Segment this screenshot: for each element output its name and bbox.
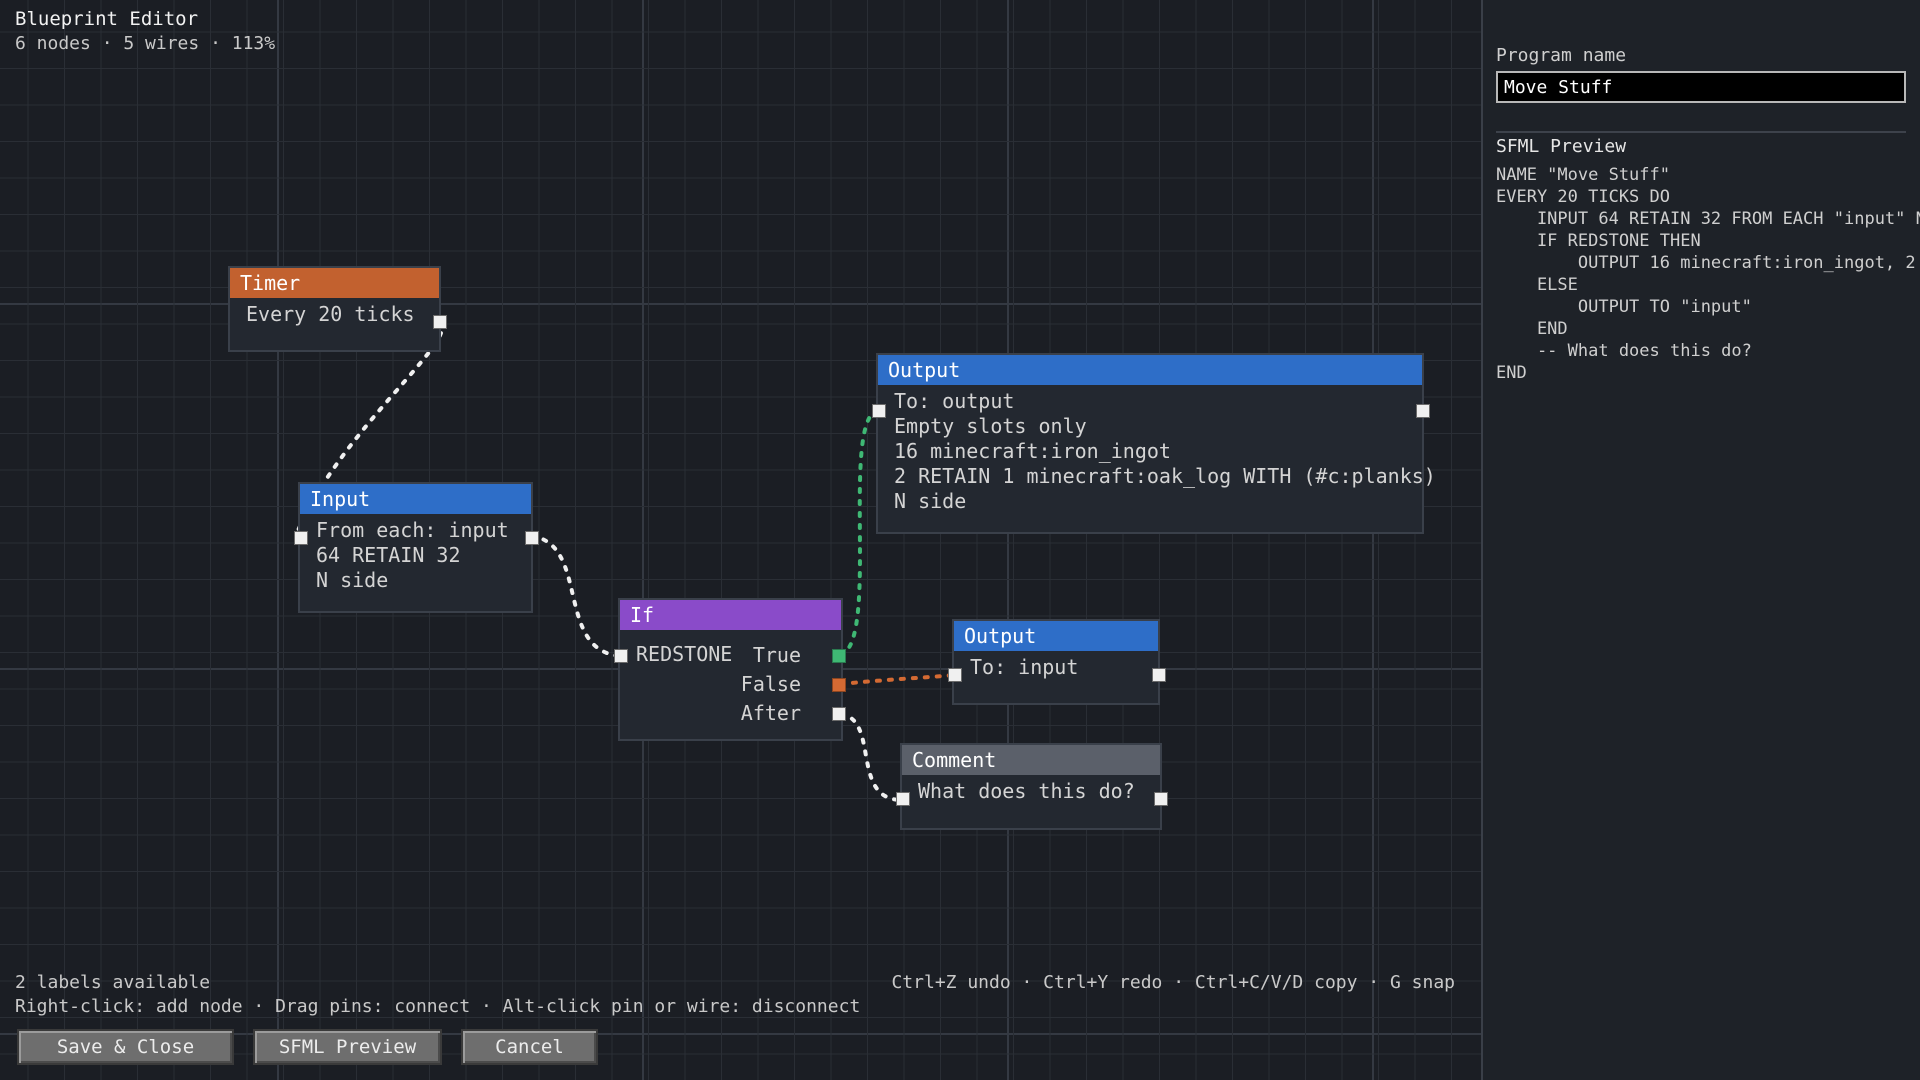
if-in-pin[interactable]: [614, 649, 628, 663]
comment-in-pin[interactable]: [896, 792, 910, 806]
preview-line: OUTPUT TO "input": [1496, 297, 1752, 317]
output-input-in-pin[interactable]: [948, 668, 962, 682]
output-node[interactable]: Output To: output Empty slots only 16 mi…: [872, 353, 1436, 534]
cancel-button[interactable]: Cancel: [461, 1029, 598, 1065]
labels-info: 2 labels available: [15, 972, 211, 993]
input-out-pin[interactable]: [525, 531, 539, 545]
shortcuts-text: Ctrl+Z undo · Ctrl+Y redo · Ctrl+C/V/D c…: [891, 972, 1455, 993]
if-true-label: True: [752, 643, 801, 667]
sfml-preview-code: NAME "Move Stuff" EVERY 20 TICKS DO INPU…: [1496, 164, 1920, 384]
output-input-node-line: To: input: [970, 655, 1079, 679]
preview-line: INPUT 64 RETAIN 32 FROM EACH "input" N: [1496, 209, 1920, 229]
wire-if-false-output[interactable]: [839, 673, 957, 686]
side-panel: Program name SFML Preview NAME "Move Stu…: [1481, 0, 1920, 1080]
output-out-pin[interactable]: [1416, 404, 1430, 418]
preview-line: END: [1496, 319, 1568, 339]
preview-line: IF REDSTONE THEN: [1496, 231, 1701, 251]
if-false-label: False: [740, 672, 801, 696]
comment-node-title: Comment: [902, 745, 1160, 775]
output-input-out-pin[interactable]: [1152, 668, 1166, 682]
if-true-pin[interactable]: [832, 649, 846, 663]
if-false-pin[interactable]: [832, 678, 846, 692]
timer-node-line: Every 20 ticks: [246, 302, 415, 326]
wire-layer: [295, 320, 957, 802]
program-name-input[interactable]: [1496, 71, 1906, 103]
preview-line: ELSE: [1496, 275, 1578, 295]
if-node[interactable]: If REDSTONE True False After: [614, 598, 846, 741]
if-condition: REDSTONE: [636, 642, 733, 666]
input-node-line: From each: input: [316, 518, 509, 542]
editor-stats: 6 nodes · 5 wires · 113%: [15, 33, 276, 54]
help-text: Right-click: add node · Drag pins: conne…: [15, 996, 861, 1017]
wire-if-after-comment[interactable]: [839, 712, 904, 802]
preview-line: EVERY 20 TICKS DO: [1496, 187, 1670, 207]
comment-node[interactable]: Comment What does this do?: [896, 743, 1168, 830]
input-node-line: 64 RETAIN 32: [316, 543, 461, 567]
timer-output-pin[interactable]: [433, 315, 447, 329]
output-input-node-title: Output: [954, 621, 1158, 651]
if-after-pin[interactable]: [832, 707, 846, 721]
output-node-line: Empty slots only: [894, 414, 1087, 438]
wire-input-if[interactable]: [530, 534, 622, 658]
preview-line: OUTPUT 16 minecraft:iron_ingot, 2 RE: [1496, 253, 1920, 273]
sfml-preview-button[interactable]: SFML Preview: [253, 1029, 442, 1065]
timer-node-title: Timer: [230, 268, 439, 298]
if-after-label: After: [740, 701, 801, 725]
output-in-pin[interactable]: [872, 404, 886, 418]
wire-if-true-output[interactable]: [839, 408, 880, 657]
output-node-line: 16 minecraft:iron_ingot: [894, 439, 1171, 463]
output-node-title: Output: [878, 355, 1422, 385]
save-close-button[interactable]: Save & Close: [17, 1029, 234, 1065]
comment-node-line: What does this do?: [918, 779, 1135, 803]
output-node-line: N side: [894, 489, 967, 513]
output-node-line: To: output: [894, 389, 1015, 413]
timer-node[interactable]: Timer Every 20 ticks: [228, 266, 447, 352]
if-node-title: If: [620, 600, 841, 630]
program-name-label: Program name: [1496, 45, 1627, 66]
divider: [1496, 131, 1906, 133]
output-node-line: 2 RETAIN 1 minecraft:oak_log WITH (#c:pl…: [894, 464, 1436, 488]
preview-title: SFML Preview: [1496, 136, 1627, 157]
input-node[interactable]: Input From each: input 64 RETAIN 32 N si…: [294, 482, 539, 613]
output-input-node[interactable]: Output To: input: [948, 619, 1166, 705]
input-in-pin[interactable]: [294, 531, 308, 545]
preview-line: END: [1496, 363, 1527, 383]
editor-title: Blueprint Editor: [15, 8, 199, 30]
comment-out-pin[interactable]: [1154, 792, 1168, 806]
preview-line: -- What does this do?: [1496, 341, 1752, 361]
preview-line: NAME "Move Stuff": [1496, 165, 1670, 185]
input-node-title: Input: [300, 484, 531, 514]
input-node-line: N side: [316, 568, 389, 592]
graph-canvas[interactable]: Blueprint Editor 6 nodes · 5 wires · 113…: [0, 0, 1481, 1080]
